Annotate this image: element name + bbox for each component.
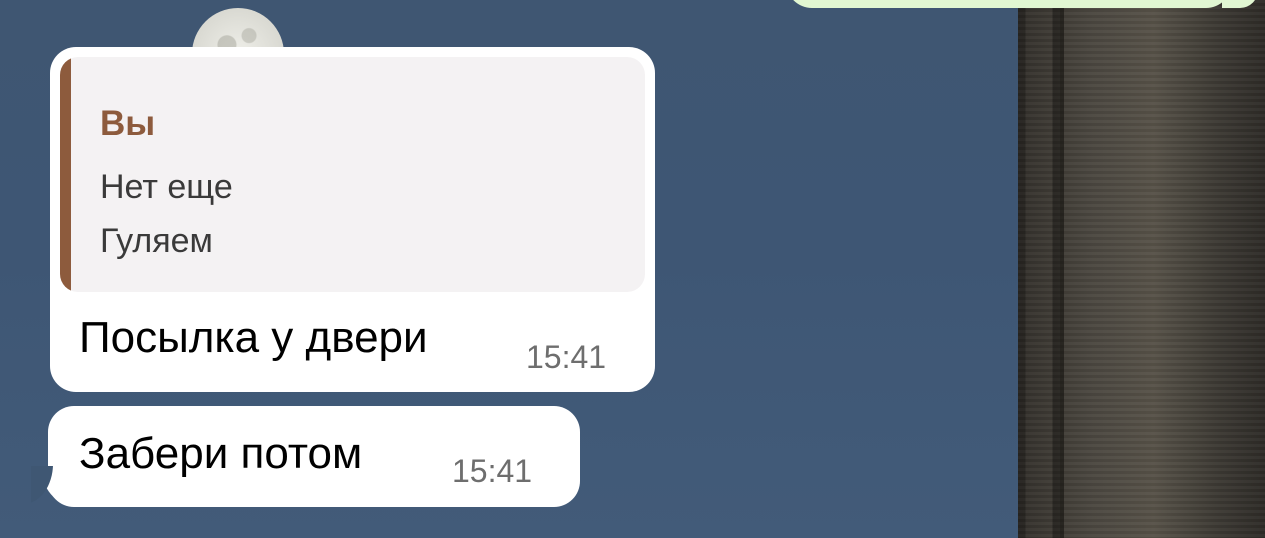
message-timestamp: 15:41 (452, 453, 533, 489)
incoming-message-reply[interactable]: Вы Нет еще Гуляем Посылка у двери 15:41 (50, 47, 655, 392)
wallpaper-building-edge (1060, 0, 1064, 538)
reply-text-line: Нет еще (100, 168, 233, 206)
message-text: Посылка у двери (79, 313, 428, 362)
reply-text-line: Гуляем (100, 222, 213, 260)
incoming-message[interactable]: Забери потом 15:41 (48, 406, 580, 507)
reply-accent-bar (60, 57, 71, 292)
wallpaper-building (1018, 0, 1265, 538)
outgoing-message-bubble[interactable] (786, 0, 1232, 8)
incoming-bubble-tail (31, 466, 73, 508)
reply-quote[interactable]: Вы Нет еще Гуляем (60, 57, 645, 292)
reply-author: Вы (100, 104, 156, 143)
message-text: Забери потом (79, 429, 363, 478)
message-timestamp: 15:41 (526, 339, 607, 375)
